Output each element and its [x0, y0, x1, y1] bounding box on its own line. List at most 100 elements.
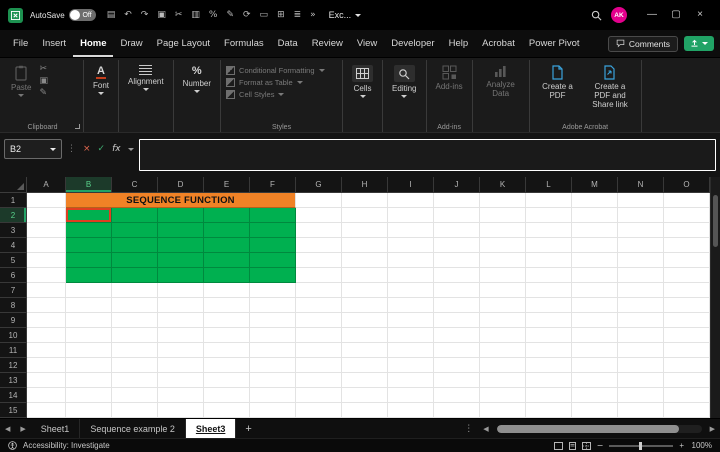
cell-D9[interactable]	[158, 313, 204, 328]
cell-D14[interactable]	[158, 388, 204, 403]
row-header-14[interactable]: 14	[0, 388, 27, 403]
cell-K1[interactable]	[480, 193, 526, 208]
clipboard-dialog-launcher-icon[interactable]	[75, 124, 80, 129]
paste-button[interactable]: Paste	[7, 63, 35, 99]
cell-C12[interactable]	[112, 358, 158, 373]
row-header-11[interactable]: 11	[0, 343, 27, 358]
cell-D10[interactable]	[158, 328, 204, 343]
cell-J13[interactable]	[434, 373, 480, 388]
cell-G6[interactable]	[296, 268, 342, 283]
cell-G15[interactable]	[296, 403, 342, 418]
cell-N6[interactable]	[618, 268, 664, 283]
sheet-tab-sheet3[interactable]: Sheet3	[186, 419, 237, 438]
cell-F7[interactable]	[250, 283, 296, 298]
page-break-view-icon[interactable]	[582, 442, 591, 450]
save-icon[interactable]: ▤	[107, 11, 116, 20]
cell-D7[interactable]	[158, 283, 204, 298]
cell-A12[interactable]	[27, 358, 66, 373]
cell-C3[interactable]	[112, 223, 158, 238]
cancel-icon[interactable]: ×	[83, 144, 91, 154]
cell-N7[interactable]	[618, 283, 664, 298]
cell-O8[interactable]	[664, 298, 710, 313]
cell-H13[interactable]	[342, 373, 388, 388]
copy-icon[interactable]: ▣	[157, 11, 166, 20]
menu-tab-file[interactable]: File	[6, 30, 35, 57]
cell-J7[interactable]	[434, 283, 480, 298]
cut-button[interactable]: ✂	[39, 65, 48, 74]
column-header-K[interactable]: K	[480, 177, 526, 193]
cell-H11[interactable]	[342, 343, 388, 358]
autosave-toggle[interactable]: Off	[69, 9, 96, 21]
menu-tab-insert[interactable]: Insert	[35, 30, 73, 57]
row-header-15[interactable]: 15	[0, 403, 27, 418]
create-pdf-share-button[interactable]: Create a PDF and Share link	[584, 63, 635, 112]
format-as-table-button[interactable]: Format as Table	[226, 78, 324, 87]
font-button[interactable]: A Font	[89, 63, 113, 97]
cell-L7[interactable]	[526, 283, 572, 298]
cell-L14[interactable]	[526, 388, 572, 403]
avatar[interactable]: AK	[611, 7, 627, 23]
cell-D3[interactable]	[158, 223, 204, 238]
cell-L11[interactable]	[526, 343, 572, 358]
cell-O15[interactable]	[664, 403, 710, 418]
cell-I11[interactable]	[388, 343, 434, 358]
cell-O7[interactable]	[664, 283, 710, 298]
row-header-8[interactable]: 8	[0, 298, 27, 313]
cell-O9[interactable]	[664, 313, 710, 328]
cell-F6[interactable]	[250, 268, 296, 283]
maximize-button[interactable]: ▢	[664, 0, 688, 30]
cell-A1[interactable]	[27, 193, 66, 208]
cell-O4[interactable]	[664, 238, 710, 253]
menu-tab-home[interactable]: Home	[73, 30, 113, 57]
cell-G12[interactable]	[296, 358, 342, 373]
cell-H12[interactable]	[342, 358, 388, 373]
cell-I15[interactable]	[388, 403, 434, 418]
cell-L8[interactable]	[526, 298, 572, 313]
cell-L4[interactable]	[526, 238, 572, 253]
switch-windows-icon[interactable]: ⊞	[277, 11, 285, 20]
cell-O2[interactable]	[664, 208, 710, 223]
cell-L9[interactable]	[526, 313, 572, 328]
cell-J12[interactable]	[434, 358, 480, 373]
cell-N13[interactable]	[618, 373, 664, 388]
column-header-L[interactable]: L	[526, 177, 572, 193]
cell-A8[interactable]	[27, 298, 66, 313]
create-pdf-button[interactable]: Create a PDF	[535, 63, 581, 102]
cell-L10[interactable]	[526, 328, 572, 343]
cell-B10[interactable]	[66, 328, 112, 343]
sheet-nav-prev-icon[interactable]: ◀	[0, 425, 15, 433]
cell-M3[interactable]	[572, 223, 618, 238]
row-header-4[interactable]: 4	[0, 238, 27, 253]
cell-E14[interactable]	[204, 388, 250, 403]
cell-D2[interactable]	[158, 208, 204, 223]
add-sheet-button[interactable]: +	[236, 423, 260, 435]
horizontal-scrollbar[interactable]	[497, 425, 702, 433]
menu-tab-power-pivot[interactable]: Power Pivot	[522, 30, 587, 57]
cell-L13[interactable]	[526, 373, 572, 388]
cell-B4[interactable]	[66, 238, 112, 253]
cell-G5[interactable]	[296, 253, 342, 268]
cell-A4[interactable]	[27, 238, 66, 253]
cell-A6[interactable]	[27, 268, 66, 283]
cell-K12[interactable]	[480, 358, 526, 373]
cell-A15[interactable]	[27, 403, 66, 418]
editing-button[interactable]: Editing	[388, 63, 420, 100]
accessibility-status[interactable]: Accessibility: Investigate	[23, 441, 110, 450]
cell-E7[interactable]	[204, 283, 250, 298]
cell-H15[interactable]	[342, 403, 388, 418]
column-header-J[interactable]: J	[434, 177, 480, 193]
cell-M14[interactable]	[572, 388, 618, 403]
cell-C15[interactable]	[112, 403, 158, 418]
cell-L1[interactable]	[526, 193, 572, 208]
hscroll-right-icon[interactable]: ▶	[705, 425, 720, 433]
select-all-corner[interactable]	[0, 177, 27, 193]
share-button[interactable]	[684, 36, 714, 51]
cell-K10[interactable]	[480, 328, 526, 343]
cell-F10[interactable]	[250, 328, 296, 343]
cell-E8[interactable]	[204, 298, 250, 313]
zoom-level[interactable]: 100%	[690, 441, 712, 450]
row-header-13[interactable]: 13	[0, 373, 27, 388]
row-header-9[interactable]: 9	[0, 313, 27, 328]
zoom-slider[interactable]	[609, 445, 673, 447]
cell-E9[interactable]	[204, 313, 250, 328]
